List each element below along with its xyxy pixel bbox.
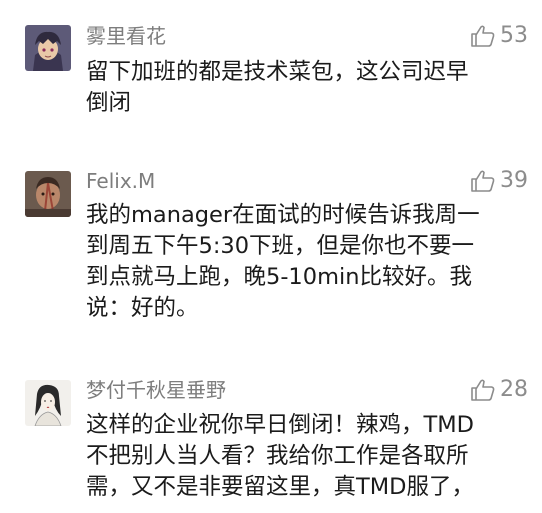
avatar[interactable] bbox=[25, 380, 71, 426]
avatar[interactable] bbox=[25, 25, 71, 71]
comment-username[interactable]: 梦付千秋星垂野 bbox=[86, 378, 226, 402]
comment-text-line: 留下加班的都是技术菜包，这公司迟早 bbox=[86, 59, 469, 85]
comment-text: 这样的企业祝你早日倒闭！辣鸡，TMD 不把别人当人看？我给你工作是各取所 需，又… bbox=[86, 410, 532, 503]
avatar-image-ink-drawing bbox=[25, 380, 71, 426]
comment-text-line: 倒闭 bbox=[86, 90, 132, 116]
avatar-image-anime-character bbox=[25, 25, 71, 71]
comment-username[interactable]: 雾里看花 bbox=[86, 24, 166, 48]
thumbs-up-icon bbox=[471, 379, 495, 401]
like-button[interactable]: 39 bbox=[470, 169, 528, 193]
comment-text-line: 这样的企业祝你早日倒闭！辣鸡，TMD bbox=[86, 412, 474, 438]
like-button[interactable]: 28 bbox=[470, 378, 528, 402]
like-count: 53 bbox=[500, 23, 528, 48]
comment-text-line: 需，又不是非要留这里，真TMD服了， bbox=[86, 474, 474, 500]
avatar[interactable] bbox=[25, 171, 71, 217]
like-count: 28 bbox=[500, 377, 528, 402]
like-button[interactable]: 53 bbox=[470, 24, 528, 48]
comment-username[interactable]: Felix.M bbox=[86, 169, 155, 193]
comment-text: 我的manager在面试的时候告诉我周一 到周五下午5:30下班，但是你也不要一… bbox=[86, 200, 532, 324]
thumbs-up-icon bbox=[471, 170, 495, 192]
like-count: 39 bbox=[500, 168, 528, 193]
comment-text-line: 到周五下午5:30下班，但是你也不要一 bbox=[86, 233, 475, 259]
thumbs-up-icon bbox=[471, 25, 495, 47]
comment-text-line: 不把别人当人看？我给你工作是各取所 bbox=[86, 443, 469, 469]
comment-text-line: 我的manager在面试的时候告诉我周一 bbox=[86, 202, 480, 228]
comment-text-line: 说：好的。 bbox=[86, 295, 199, 321]
avatar-image-portrait bbox=[25, 171, 71, 217]
comment-text-line: 到点就马上跑，晚5-10min比较好。我 bbox=[86, 264, 472, 290]
comment-text: 留下加班的都是技术菜包，这公司迟早 倒闭 bbox=[86, 57, 532, 119]
